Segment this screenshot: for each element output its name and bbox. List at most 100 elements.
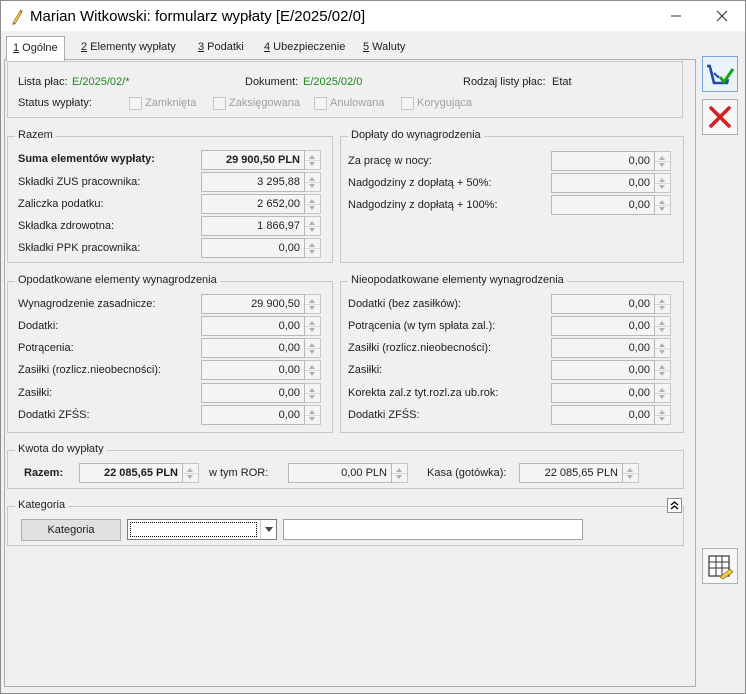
zaliczka-podatku-label: Zaliczka podatku: (18, 198, 104, 210)
tab-label: Ogólne (19, 42, 58, 54)
dokument-label: Dokument: (245, 76, 299, 88)
header-info-box (7, 61, 683, 118)
tab-podatki[interactable]: 3 Podatki (192, 36, 250, 60)
wynagrodzenie-zasadnicze-field[interactable]: 29 900,50 (201, 294, 321, 314)
spinner-arrows-icon[interactable] (305, 172, 321, 192)
skladka-zdrowotna-field[interactable]: 1 866,97 (201, 216, 321, 236)
kategoria-button[interactable]: Kategoria (21, 519, 121, 541)
suma-elementow-field[interactable]: 29 900,50 PLN (201, 150, 321, 170)
zaliczka-podatku-field[interactable]: 2 652,00 (201, 194, 321, 214)
praca-w-nocy-value: 0,00 (551, 151, 655, 171)
status-wyplaty-label: Status wypłaty: (18, 97, 92, 109)
kategoria-select[interactable] (127, 519, 277, 540)
tab-waluty[interactable]: 5 Waluty (357, 36, 411, 60)
nop-dodatki-zfss-label: Dodatki ZFŚS: (348, 409, 420, 421)
nadgodziny-50-value: 0,00 (551, 173, 655, 193)
op-potracenia-field[interactable]: 0,00 (201, 338, 321, 358)
nadgodziny-50-field[interactable]: 0,00 (551, 173, 671, 193)
skladki-ppk-label: Składki PPK pracownika: (18, 242, 141, 254)
op-zasilki-rozlicz-field[interactable]: 0,00 (201, 360, 321, 380)
checkbox-zamknieta[interactable] (129, 97, 142, 110)
skladka-zdrowotna-value: 1 866,97 (201, 216, 305, 236)
tab-elementy-wyplaty[interactable]: 2 Elementy wypłaty (75, 36, 182, 60)
spinner-arrows-icon[interactable] (655, 405, 671, 425)
spinner-arrows-icon[interactable] (305, 150, 321, 170)
spinner-arrows-icon[interactable] (305, 294, 321, 314)
spinner-arrows-icon[interactable] (183, 463, 199, 483)
spinner-arrows-icon[interactable] (655, 338, 671, 358)
app-pen-icon (12, 9, 23, 25)
nop-zasilki-value: 0,00 (551, 360, 655, 380)
spinner-arrows-icon[interactable] (305, 238, 321, 258)
checkbox-korygujaca[interactable] (401, 97, 414, 110)
checkbox-zaksiegowana[interactable] (213, 97, 226, 110)
tab-ubezpieczenie[interactable]: 4 Ubezpieczenie (258, 36, 351, 60)
spinner-arrows-icon[interactable] (655, 294, 671, 314)
nop-korekta-field[interactable]: 0,00 (551, 383, 671, 403)
spinner-arrows-icon[interactable] (305, 405, 321, 425)
nop-dodatki-zfss-field[interactable]: 0,00 (551, 405, 671, 425)
collapse-button[interactable] (667, 498, 682, 513)
spinner-arrows-icon[interactable] (305, 360, 321, 380)
spinner-arrows-icon[interactable] (655, 383, 671, 403)
checkbox-anulowana-label: Anulowana (330, 97, 385, 109)
op-zasilki-field[interactable]: 0,00 (201, 383, 321, 403)
wynagrodzenie-zasadnicze-label: Wynagrodzenie zasadnicze: (18, 298, 156, 310)
minimize-button[interactable] (653, 1, 699, 31)
nop-dodatki-value: 0,00 (551, 294, 655, 314)
close-button[interactable] (699, 1, 745, 31)
checkbox-anulowana[interactable] (314, 97, 327, 110)
nop-korekta-label: Korekta zal.z tyt.rozl.za ub.rok: (348, 387, 499, 399)
op-dodatki-zfss-field[interactable]: 0,00 (201, 405, 321, 425)
cancel-button[interactable] (702, 99, 738, 135)
skladki-zus-value: 3 295,88 (201, 172, 305, 192)
spinner-arrows-icon[interactable] (655, 360, 671, 380)
nop-dodatki-field[interactable]: 0,00 (551, 294, 671, 314)
spinner-arrows-icon[interactable] (305, 216, 321, 236)
nop-zasilki-field[interactable]: 0,00 (551, 360, 671, 380)
skladki-ppk-value: 0,00 (201, 238, 305, 258)
kasa-field[interactable]: 22 085,65 PLN (519, 463, 639, 483)
ror-value: 0,00 PLN (288, 463, 392, 483)
op-dodatki-field[interactable]: 0,00 (201, 316, 321, 336)
dokument-value[interactable]: E/2025/02/0 (303, 76, 362, 88)
spinner-arrows-icon[interactable] (655, 316, 671, 336)
kwota-razem-value: 22 085,65 PLN (79, 463, 183, 483)
nadgodziny-100-value: 0,00 (551, 195, 655, 215)
nop-zasilki-label: Zasiłki: (348, 364, 383, 376)
kategoria-description-input[interactable] (283, 519, 583, 540)
nop-zasilki-rozlicz-field[interactable]: 0,00 (551, 338, 671, 358)
dropdown-button[interactable] (260, 520, 276, 539)
kwota-razem-field[interactable]: 22 085,65 PLN (79, 463, 199, 483)
suma-elementow-label: Suma elementów wypłaty: (18, 153, 155, 165)
spinner-arrows-icon[interactable] (305, 383, 321, 403)
spinner-arrows-icon[interactable] (655, 151, 671, 171)
spinner-arrows-icon[interactable] (305, 316, 321, 336)
nop-potracenia-field[interactable]: 0,00 (551, 316, 671, 336)
table-button[interactable] (702, 548, 738, 584)
skladki-zus-field[interactable]: 3 295,88 (201, 172, 321, 192)
op-dodatki-value: 0,00 (201, 316, 305, 336)
spinner-arrows-icon[interactable] (392, 463, 408, 483)
op-potracenia-value: 0,00 (201, 338, 305, 358)
nadgodziny-50-label: Nadgodziny z dopłatą + 50%: (348, 177, 492, 189)
group-razem-title: Razem (15, 129, 56, 141)
nop-dodatki-zfss-value: 0,00 (551, 405, 655, 425)
op-zasilki-rozlicz-label: Zasiłki (rozlicz.nieobecności): (18, 364, 162, 376)
rodzaj-listy-label: Rodzaj listy płac: (463, 76, 546, 88)
spinner-arrows-icon[interactable] (623, 463, 639, 483)
ror-field[interactable]: 0,00 PLN (288, 463, 408, 483)
save-button[interactable] (702, 56, 738, 92)
tab-ogolne[interactable]: 1 Ogólne (6, 36, 65, 61)
spinner-arrows-icon[interactable] (655, 173, 671, 193)
spinner-arrows-icon[interactable] (305, 194, 321, 214)
spinner-arrows-icon[interactable] (655, 195, 671, 215)
nadgodziny-100-field[interactable]: 0,00 (551, 195, 671, 215)
nop-zasilki-rozlicz-label: Zasiłki (rozlicz.nieobecności): (348, 342, 492, 354)
spinner-arrows-icon[interactable] (305, 338, 321, 358)
skladki-ppk-field[interactable]: 0,00 (201, 238, 321, 258)
kasa-value: 22 085,65 PLN (519, 463, 623, 483)
nop-dodatki-label: Dodatki (bez zasiłków): (348, 298, 462, 310)
praca-w-nocy-field[interactable]: 0,00 (551, 151, 671, 171)
lista-plac-value[interactable]: E/2025/02/* (72, 76, 130, 88)
